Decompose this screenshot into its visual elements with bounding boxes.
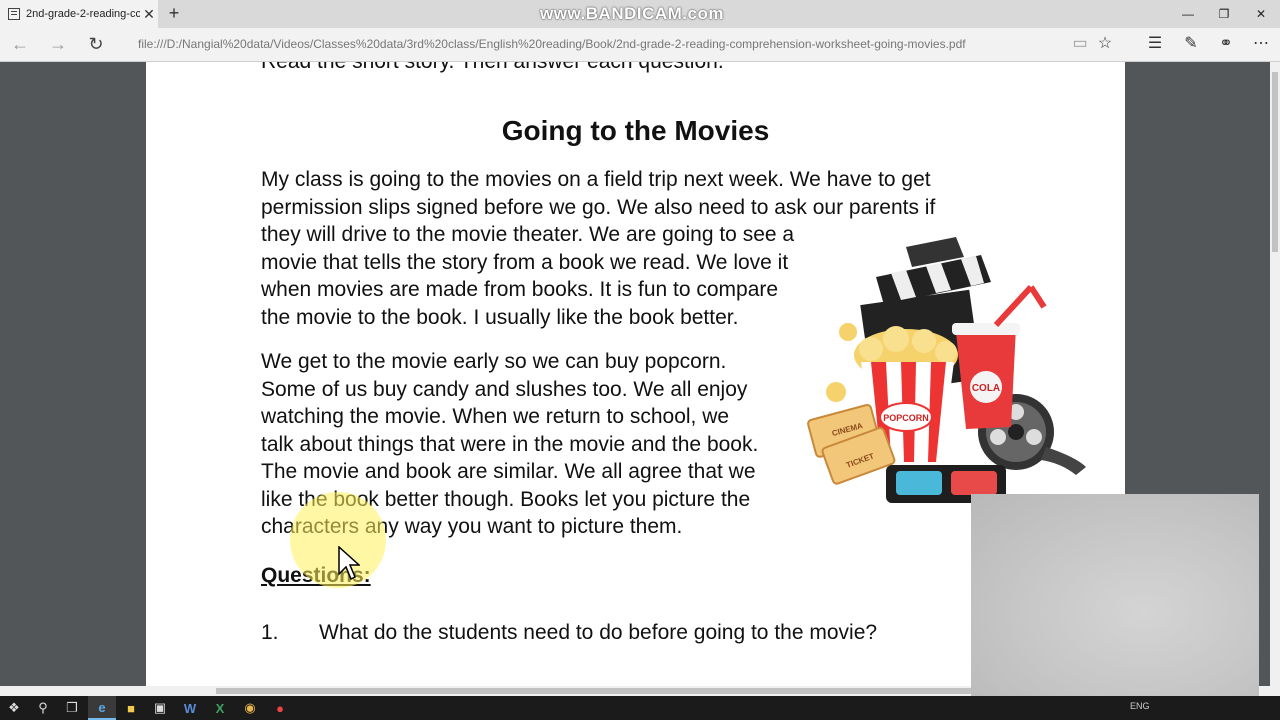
refresh-icon[interactable]: ↻	[82, 31, 110, 57]
file-explorer-icon[interactable]: ■	[117, 696, 145, 720]
vertical-scrollbar[interactable]	[1270, 62, 1280, 686]
question-item: 1. What do the students need to do before…	[261, 621, 877, 645]
bandicam-icon[interactable]: ●	[266, 696, 294, 720]
document-title: Going to the Movies	[501, 115, 770, 146]
pdf-page-icon	[8, 8, 20, 20]
close-window-button[interactable]: ✕	[1243, 0, 1279, 28]
tab-title: 2nd-grade-2-reading-cc	[26, 8, 140, 20]
restore-button[interactable]: ❐	[1206, 0, 1242, 28]
text-line: watching the movie. When we return to sc…	[261, 405, 730, 428]
share-icon[interactable]: ⚭	[1214, 33, 1238, 55]
taskbar: ❖ ⚲ ❐ e ■ ▣ W X ◉ ● ENG	[0, 696, 1280, 720]
favorite-star-icon[interactable]: ☆	[1093, 33, 1117, 55]
tab-close-button[interactable]: ✕	[140, 6, 158, 23]
back-icon[interactable]: ←	[6, 31, 34, 57]
forward-icon[interactable]: →	[44, 31, 72, 57]
windows-start-icon[interactable]: ❖	[0, 696, 28, 720]
web-note-icon[interactable]: ✎	[1179, 33, 1203, 55]
url-field[interactable]: file:///D:/Nangial%20data/Videos/Classes…	[138, 37, 966, 51]
text-line: Some of us buy candy and slushes too. We…	[261, 377, 748, 401]
title-bar: 2nd-grade-2-reading-cc ✕ + www.BANDICAM.…	[0, 0, 1280, 28]
new-tab-button[interactable]: +	[164, 3, 184, 23]
search-icon[interactable]: ⚲	[29, 696, 57, 720]
mouse-cursor-icon	[338, 546, 360, 581]
store-icon[interactable]: ▣	[146, 696, 174, 720]
word-icon[interactable]: W	[176, 696, 204, 720]
bandicam-watermark: www.BANDICAM.com	[540, 4, 724, 23]
reading-view-icon[interactable]: ▭	[1068, 33, 1092, 55]
text-line: My class is going to the movies on a fie…	[261, 168, 931, 191]
text-line: We get to the movie early so we can buy …	[261, 350, 727, 373]
more-icon[interactable]: ⋯	[1249, 33, 1273, 55]
horizontal-scroll-thumb[interactable]	[216, 688, 976, 694]
text-line: talk about things that were in the movie…	[261, 432, 759, 456]
popcorn-label: POPCORN	[883, 413, 929, 423]
task-view-icon[interactable]: ❐	[58, 696, 86, 720]
question-text: What do the students need to do before g…	[319, 621, 878, 644]
tray-language[interactable]: ENG	[1130, 701, 1150, 711]
edge-icon[interactable]: e	[88, 696, 116, 720]
cola-label: COLA	[972, 383, 1000, 394]
vertical-scroll-thumb[interactable]	[1272, 72, 1278, 252]
browser-tab[interactable]: 2nd-grade-2-reading-cc ✕	[0, 0, 158, 28]
movie-clipart-image: COLA POPCORN CINEMA TICKET	[807, 237, 1086, 503]
hub-icon[interactable]: ☰	[1143, 33, 1167, 55]
minimize-button[interactable]: —	[1170, 0, 1206, 28]
excel-icon[interactable]: X	[206, 696, 234, 720]
address-bar: ← → ↻ file:///D:/Nangial%20data/Videos/C…	[0, 28, 1280, 62]
text-line: permission slips signed before we go. We…	[261, 195, 936, 219]
webcam-overlay	[971, 494, 1259, 708]
text-line: The movie and book are similar. We all a…	[261, 460, 756, 483]
chrome-icon[interactable]: ◉	[236, 696, 264, 720]
question-number: 1.	[261, 621, 279, 644]
instructions-text: Read the short story. Then answer each q…	[261, 62, 724, 74]
